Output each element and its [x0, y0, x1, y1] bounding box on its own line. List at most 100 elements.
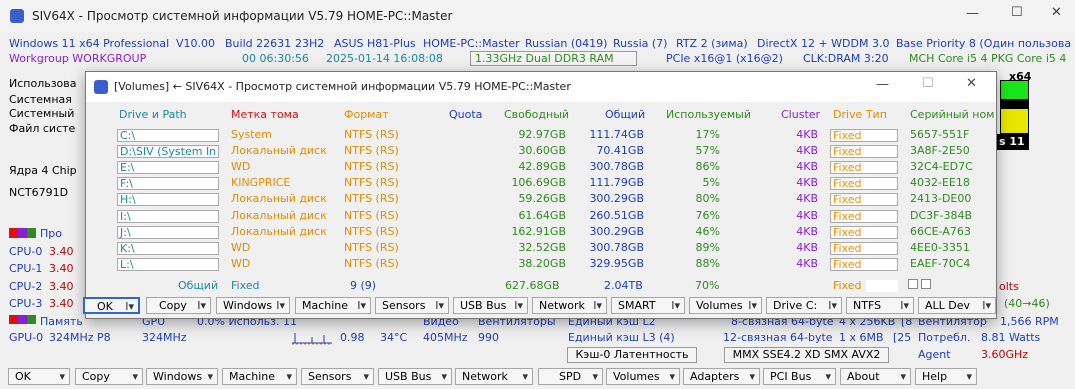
volume-total-cell: 260.51GB	[589, 208, 644, 222]
close-icon[interactable]: ✕	[1051, 5, 1062, 20]
volume-label-cell: Локальный диск	[231, 208, 327, 222]
volume-type-cell: Fixed	[830, 225, 898, 239]
l3-cache: Единый кэш L3 (4)	[568, 331, 675, 344]
header-total: Общий	[605, 108, 646, 121]
pci-bus-button[interactable]: PCI Bus ▾	[763, 368, 836, 385]
copy-button[interactable]: Copy ▾	[75, 368, 143, 385]
volume-label-cell: Локальный диск	[231, 192, 327, 206]
volume-free-cell: 59.26GB	[518, 192, 566, 206]
vol-windows-button[interactable]: Windows I▾	[216, 297, 290, 314]
vol-copy-button[interactable]: Copy I▾	[146, 297, 211, 314]
cpu-color-legend-3	[27, 228, 36, 238]
volume-free-cell: 61.64GB	[518, 208, 566, 222]
header-label: Метка тома	[231, 108, 299, 121]
volume-label-cell: WD	[231, 256, 251, 270]
memory-color-legend-2	[18, 315, 27, 324]
volume-drive-path[interactable]: J:\	[117, 225, 219, 239]
volume-used-cell: 76%	[695, 208, 720, 222]
volume-label-cell: WD	[231, 160, 251, 174]
ok-button[interactable]: OK ▾	[8, 368, 70, 385]
l3-index: [25	[893, 331, 912, 344]
left-label-system: Системная	[9, 93, 72, 106]
volume-serial-cell: 4EE0-3351	[910, 240, 970, 254]
usb-bus-button[interactable]: USB Bus ▾	[378, 368, 452, 385]
vol-ok-button[interactable]: OK I▾	[83, 297, 140, 314]
vol-ntfs-button[interactable]: NTFS I▾	[846, 297, 914, 314]
vol-usb-bus-button[interactable]: USB Bus I▾	[453, 297, 528, 314]
volume-drive-path[interactable]: H:\	[117, 193, 219, 207]
total-total: 2.04TB	[604, 279, 643, 292]
volumes-maximize-icon[interactable]: ☐	[922, 76, 934, 91]
volume-drive-path[interactable]: E:\	[117, 161, 219, 175]
volume-serial-cell: 3A8F-2E50	[910, 144, 970, 158]
volume-type-cell: Fixed	[830, 177, 898, 191]
windows-button[interactable]: Windows ▾	[146, 368, 218, 385]
volume-drive-path[interactable]: C:\	[117, 129, 219, 142]
machine-button[interactable]: Machine ▾	[222, 368, 297, 385]
agent-label: Agent	[918, 348, 951, 361]
volume-drive-path[interactable]: F:\	[117, 177, 219, 191]
volume-format-cell: NTFS (RS)	[344, 144, 399, 158]
vol-drive-c-button[interactable]: Drive C: I▾	[766, 297, 842, 314]
cpu2-label: CPU-2	[9, 280, 43, 293]
volumes-minimize-icon[interactable]: —	[876, 77, 889, 92]
volume-serial-cell: 2413-DE00	[910, 192, 972, 206]
volume-drive-path[interactable]: I:\	[117, 209, 219, 223]
left-label-system2: Системный	[9, 107, 75, 120]
vol-machine-button[interactable]: Machine I▾	[295, 297, 371, 314]
cache-latency-button[interactable]: Кэш-0 Латентность	[567, 347, 697, 363]
power-label: Потребл.	[918, 331, 971, 344]
cpu1-label: CPU-1	[9, 262, 43, 275]
adapters-button[interactable]: Adapters ▾	[683, 368, 760, 385]
total-count: 9 (9)	[350, 279, 377, 292]
minimize-icon[interactable]: —	[966, 6, 979, 21]
gpu-temp: 34°C	[380, 331, 408, 344]
volume-free-cell: 38.20GB	[518, 256, 566, 270]
volume-drive-path[interactable]: D:\SIV (System In	[117, 145, 219, 159]
pcie-info: PCIe x16@1 (x16@2)	[666, 52, 783, 65]
network-button[interactable]: Network ▾	[455, 368, 533, 385]
volume-used-cell: 89%	[695, 240, 720, 254]
vol-volumes-button[interactable]: Volumes I▾	[689, 297, 762, 314]
volume-label-cell: System	[231, 128, 273, 141]
main-window-title: SIV64X - Просмотр системной информации V…	[32, 9, 453, 23]
volume-label-cell: WD	[231, 240, 251, 254]
cpu3-label: CPU-3	[9, 297, 43, 310]
volumes-body: Drive и Path Метка тома Формат Quota Сво…	[83, 102, 996, 318]
help-button[interactable]: Help ▾	[915, 368, 977, 385]
vol-sensors-button[interactable]: Sensors I▾	[375, 297, 449, 314]
vol-all-dev-button[interactable]: ALL Dev I▾	[918, 297, 996, 314]
cpu2-value: 3.40	[49, 280, 74, 293]
volume-serial-cell: 32C4-ED7C	[910, 160, 973, 174]
gpu0-clock: 324MHz P8	[49, 331, 111, 344]
volume-format-cell: NTFS (RS)	[344, 160, 399, 174]
spd-button[interactable]: SPD ▾	[538, 368, 603, 385]
volumes-button[interactable]: Volumes ▾	[606, 368, 680, 385]
total-type: Fixed	[231, 279, 260, 292]
total-used: 70%	[695, 279, 720, 292]
power-value: 8.81 Watts	[981, 331, 1041, 344]
checkbox-1[interactable]	[908, 279, 918, 289]
main-titlebar: SIV64X - Просмотр системной информации V…	[0, 0, 1075, 32]
maximize-icon[interactable]: ☐	[1011, 5, 1023, 20]
vol-smart-button[interactable]: SMART I▾	[611, 297, 685, 314]
directx: DirectX 12 + WDDM 3.0	[757, 37, 890, 50]
volume-serial-cell: 66CE-A763	[910, 224, 971, 238]
sensors-button[interactable]: Sensors ▾	[301, 368, 374, 385]
gpu-voltage: 0.98	[340, 331, 365, 344]
core-status-green	[1000, 80, 1029, 100]
about-button[interactable]: About ▾	[840, 368, 911, 385]
memory-label: Память	[40, 315, 83, 328]
sensor-chip: NCT6791D	[9, 186, 69, 199]
volume-free-cell: 32.52GB	[518, 240, 566, 254]
uptime: 00 06:30:56	[242, 52, 309, 65]
volume-drive-path[interactable]: K:\	[117, 241, 219, 255]
volume-type-cell: Fixed	[830, 193, 898, 207]
volume-type-cell: Fixed	[830, 145, 898, 159]
volume-drive-path[interactable]: L:\	[117, 257, 219, 271]
cpu-color-legend	[9, 228, 18, 238]
cpu-color-legend-2	[18, 228, 27, 238]
checkbox-2[interactable]	[921, 279, 931, 289]
vol-network-button[interactable]: Network I▾	[532, 297, 607, 314]
volumes-close-icon[interactable]: ✕	[966, 76, 977, 91]
